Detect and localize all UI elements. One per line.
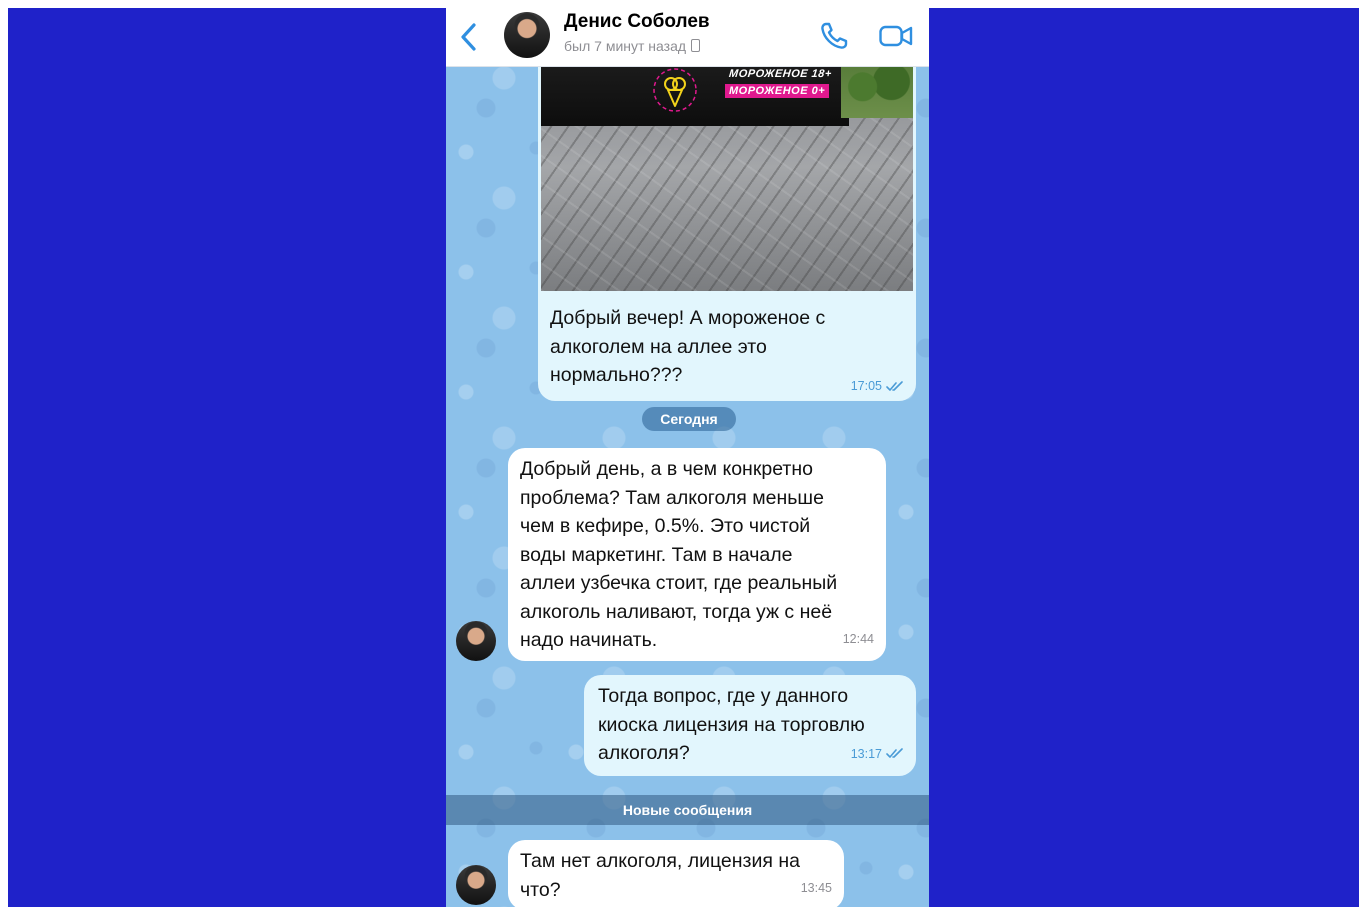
message-incoming[interactable]: Добрый день, а в чем конкретно проблема?… [508, 448, 886, 661]
message-text: Добрый день, а в чем конкретно проблема?… [520, 458, 838, 651]
message-incoming[interactable]: Там нет алкоголя, лицензия на что? 13:45 [508, 840, 844, 907]
contact-name[interactable]: Денис Соболев [564, 11, 710, 33]
message-outgoing[interactable]: Тогда вопрос, где у данного киоска лицен… [584, 675, 916, 776]
chat-header: Денис Соболев был 7 минут назад [446, 8, 929, 67]
phone-icon [821, 22, 848, 49]
message-time: 13:45 [800, 880, 832, 895]
double-check-icon [886, 748, 903, 759]
video-call-button[interactable] [878, 20, 914, 52]
chat-screen: Денис Соболев был 7 минут назад МОРОЖЕНО… [446, 8, 929, 907]
message-time: 12:44 [842, 631, 874, 646]
kiosk-image: МОРОЖЕНОЕ 18+ МОРОЖЕНОЕ 0+ [541, 66, 849, 126]
message-time: 17:05 [850, 379, 882, 393]
video-camera-icon [879, 25, 913, 47]
date-separator: Сегодня [642, 407, 736, 431]
message-meta: 12:44 [843, 625, 874, 654]
kiosk-sign-18: МОРОЖЕНОЕ 18+ [728, 68, 833, 80]
double-check-icon [886, 380, 903, 391]
message-meta: 13:45 [801, 874, 832, 903]
message-time: 13:17 [850, 746, 882, 761]
back-button[interactable] [456, 20, 482, 54]
kiosk-sign-0: МОРОЖЕНОЕ 0+ [725, 84, 830, 98]
ice-cream-logo-icon [653, 68, 697, 112]
call-button[interactable] [818, 20, 850, 52]
sender-avatar[interactable] [456, 621, 496, 661]
message-photo[interactable]: МОРОЖЕНОЕ 18+ МОРОЖЕНОЕ 0+ [541, 66, 913, 291]
last-seen-text: был 7 минут назад [564, 38, 687, 54]
message-meta: 17:05 [851, 379, 904, 393]
sender-avatar[interactable] [456, 865, 496, 905]
message-text: Тогда вопрос, где у данного киоска лицен… [598, 685, 865, 764]
message-text: Добрый вечер! А мороженое с алкоголем на… [550, 307, 826, 386]
chevron-left-icon [461, 23, 476, 51]
message-text: Там нет алкоголя, лицензия на что? [520, 850, 800, 901]
contact-avatar[interactable] [504, 12, 550, 58]
new-messages-separator: Новые сообщения [446, 795, 929, 825]
mobile-device-icon [691, 39, 701, 52]
greenery-image [841, 66, 913, 118]
message-meta: 13:17 [851, 740, 904, 769]
contact-status: был 7 минут назад [564, 38, 701, 54]
message-outgoing-photo[interactable]: МОРОЖЕНОЕ 18+ МОРОЖЕНОЕ 0+ Добрый вечер!… [538, 66, 916, 401]
